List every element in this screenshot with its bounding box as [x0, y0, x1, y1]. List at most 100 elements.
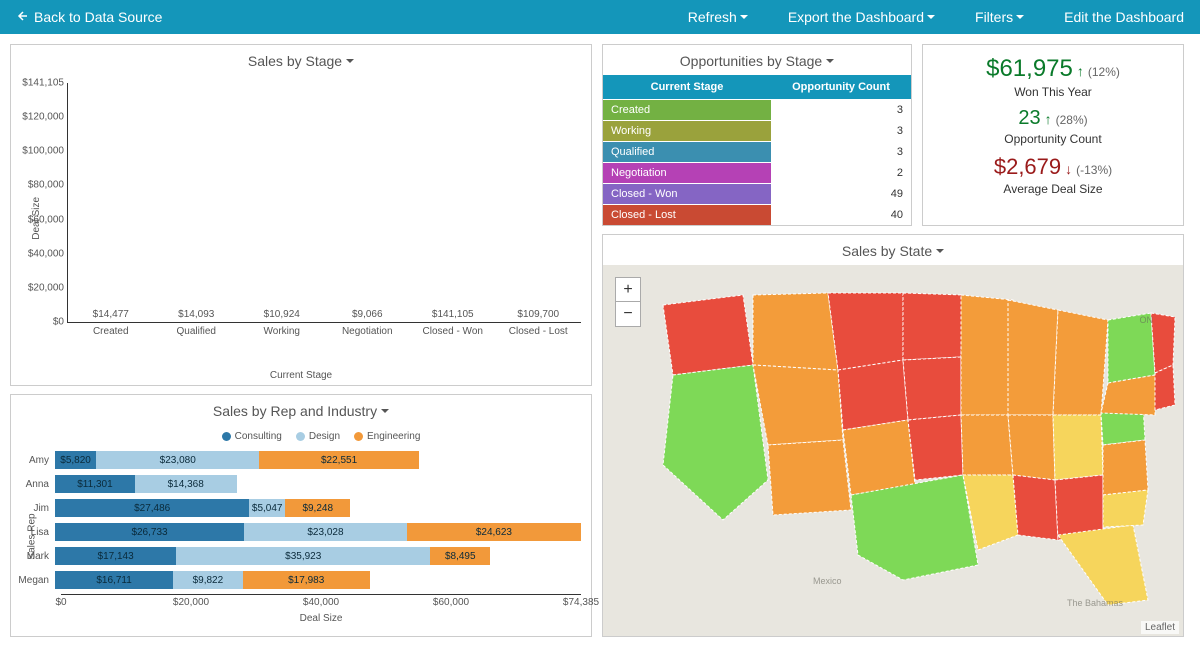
kpi-pct: (-13%) [1076, 163, 1112, 177]
x-tick: Closed - Lost [509, 322, 568, 337]
kpi-value: $2,679 ↓ (-13%) [994, 154, 1112, 180]
bar-track: $11,301$14,368 [55, 475, 581, 493]
row-label: Megan [15, 575, 55, 586]
bar: $109,700Closed - Lost [496, 309, 582, 322]
legend: Consulting Design Engineering [61, 431, 581, 448]
x-axis: Deal Size $0$20,000$40,000$60,000$74,385 [61, 594, 581, 608]
sales-by-state-card: Sales by State + − [602, 234, 1184, 637]
map[interactable]: + − [603, 265, 1183, 636]
stage-cell: Closed - Lost [603, 205, 771, 225]
y-tick: $40,000 [28, 248, 68, 259]
back-link[interactable]: Back to Data Source [16, 9, 162, 25]
row-label: Anna [15, 479, 55, 490]
bar-track: $26,733$23,028$24,623 [55, 523, 581, 541]
kpi-value: $61,975 ↑ (12%) [986, 55, 1120, 83]
stage-cell: Closed - Won [603, 184, 771, 204]
bar-segment: $23,080 [96, 451, 259, 469]
stage-cell: Qualified [603, 142, 771, 162]
bar-segment: $11,301 [55, 475, 135, 493]
y-tick: $141,105 [22, 78, 68, 89]
sales-by-rep-chart: Sales Rep Consulting Design Engineering … [11, 425, 591, 636]
filters-menu[interactable]: Filters [975, 9, 1024, 25]
bar: $10,924Working [239, 309, 325, 322]
bar-track: $16,711$9,822$17,983 [55, 571, 581, 589]
arrow-up-icon: ↑ [1077, 63, 1084, 79]
bar-row: Jim$27,486$5,047$9,248 [61, 496, 581, 520]
bar-value: $141,105 [432, 309, 474, 320]
x-axis-label: Deal Size [300, 613, 343, 624]
title-text: Sales by State [842, 243, 932, 259]
filters-label: Filters [975, 9, 1013, 25]
kpi-label: Won This Year [939, 85, 1167, 99]
legend-item: Engineering [354, 431, 420, 442]
bar-segment: $24,623 [407, 523, 581, 541]
bar-segment: $35,923 [176, 547, 430, 565]
chevron-down-icon [927, 15, 935, 19]
bar-segment: $17,143 [55, 547, 176, 565]
bar-value: $14,477 [93, 309, 129, 320]
swatch-icon [222, 432, 231, 441]
title-text: Sales by Stage [248, 53, 342, 69]
card-title[interactable]: Sales by State [603, 235, 1183, 265]
y-axis-label: Sales Rep [27, 513, 38, 559]
bar-segment: $17,983 [243, 571, 370, 589]
col-header: Current Stage [603, 75, 771, 99]
title-text: Sales by Rep and Industry [213, 403, 377, 419]
zoom-in-button[interactable]: + [616, 278, 640, 302]
bar-segment: $16,711 [55, 571, 173, 589]
bar-value: $9,066 [352, 309, 383, 320]
table-row: Closed - Lost40 [603, 204, 911, 225]
table-row: Working3 [603, 120, 911, 141]
x-tick: Closed - Won [423, 322, 483, 337]
topbar: Back to Data Source Refresh Export the D… [0, 0, 1200, 34]
bar-segment: $22,551 [259, 451, 418, 469]
y-tick: $60,000 [28, 214, 68, 225]
x-tick: $0 [55, 597, 66, 608]
export-label: Export the Dashboard [788, 9, 924, 25]
kpi-label: Average Deal Size [939, 182, 1167, 196]
plot-area: $14,477Created$14,093Qualified$10,924Wor… [67, 83, 581, 323]
card-title[interactable]: Sales by Stage [11, 45, 591, 75]
count-cell: 3 [771, 121, 911, 141]
x-tick: Negotiation [342, 322, 393, 337]
refresh-menu[interactable]: Refresh [688, 9, 748, 25]
bar-segment: $27,486 [55, 499, 249, 517]
y-tick: $100,000 [22, 146, 68, 157]
count-cell: 3 [771, 100, 911, 120]
bar-segment: $5,047 [249, 499, 285, 517]
title-text: Opportunities by Stage [680, 53, 822, 69]
table-row: Qualified3 [603, 141, 911, 162]
x-tick: $40,000 [303, 597, 339, 608]
count-cell: 40 [771, 205, 911, 225]
count-cell: 2 [771, 163, 911, 183]
stage-cell: Negotiation [603, 163, 771, 183]
kpi-pct: (28%) [1056, 113, 1088, 127]
kpi-value: 23 ↑ (28%) [1018, 107, 1087, 130]
x-tick: $20,000 [173, 597, 209, 608]
bar: $14,093Qualified [154, 309, 240, 322]
sales-by-stage-chart: Deal Size Current Stage $14,477Created$1… [11, 75, 591, 385]
edit-link[interactable]: Edit the Dashboard [1064, 9, 1184, 25]
bar-segment: $9,248 [285, 499, 350, 517]
refresh-label: Refresh [688, 9, 737, 25]
kpi-card: $61,975 ↑ (12%) Won This Year 23 ↑ (28%)… [922, 44, 1184, 226]
kpi-label: Opportunity Count [939, 132, 1167, 146]
legend-label: Consulting [235, 431, 282, 442]
sales-by-stage-card: Sales by Stage Deal Size Current Stage $… [10, 44, 592, 386]
arrow-left-icon [16, 9, 28, 25]
kpi-number: $61,975 [986, 55, 1073, 83]
table-header: Current Stage Opportunity Count [603, 75, 911, 99]
zoom-out-button[interactable]: − [616, 302, 640, 326]
bar-row: Anna$11,301$14,368 [61, 472, 581, 496]
card-title[interactable]: Opportunities by Stage [603, 45, 911, 75]
bar-segment: $26,733 [55, 523, 244, 541]
export-menu[interactable]: Export the Dashboard [788, 9, 935, 25]
bar-row: Mark$17,143$35,923$8,495 [61, 544, 581, 568]
arrow-up-icon: ↑ [1045, 111, 1052, 127]
legend-item: Consulting [222, 431, 282, 442]
row-label: Jim [15, 503, 55, 514]
x-tick: $60,000 [433, 597, 469, 608]
card-title[interactable]: Sales by Rep and Industry [11, 395, 591, 425]
dashboard-content: Sales by Stage Deal Size Current Stage $… [0, 34, 1200, 647]
legend-label: Design [309, 431, 340, 442]
